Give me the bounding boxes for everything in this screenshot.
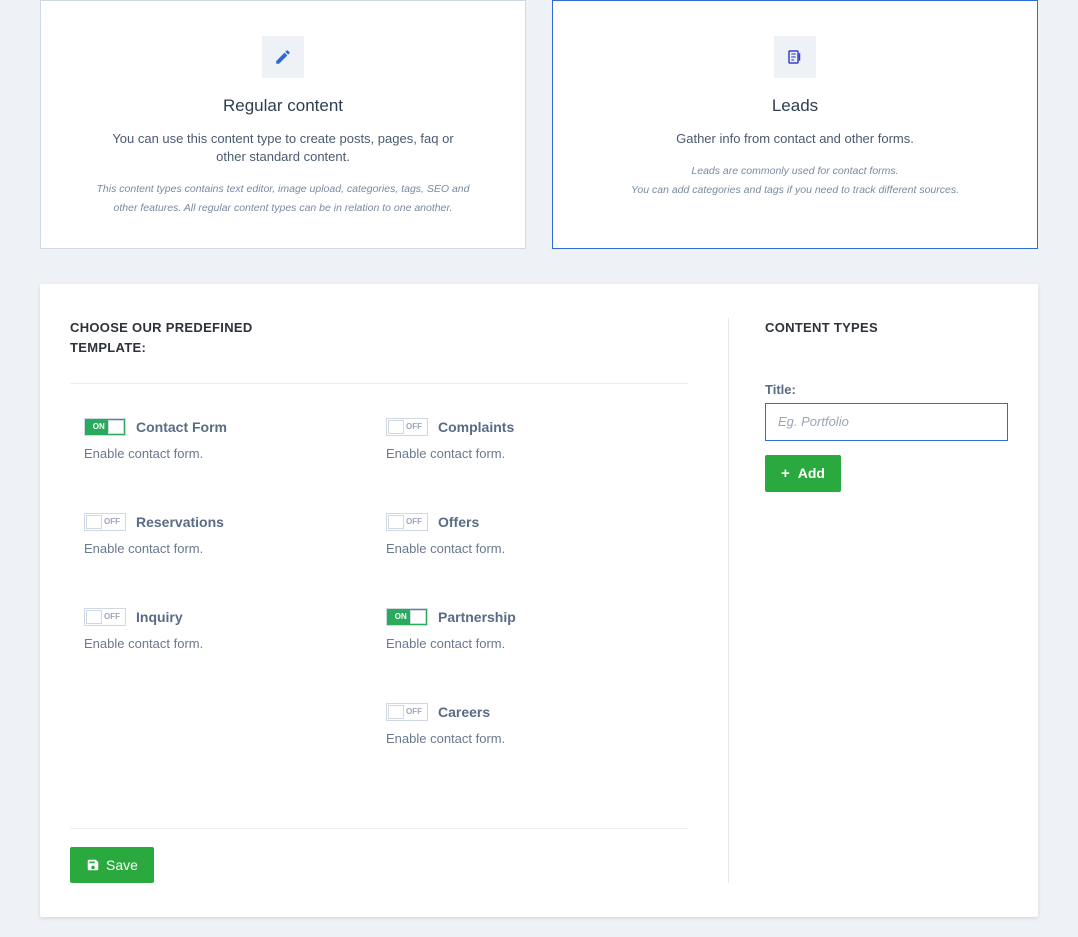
toggle-reservations[interactable]: ONOFF (84, 513, 126, 531)
add-label: Add (798, 465, 825, 481)
toggle-partnership[interactable]: ONOFF (386, 608, 428, 626)
toggle-desc: Enable contact form. (386, 541, 688, 556)
card-note: This content types contains text editor,… (93, 180, 473, 218)
toggle-title: Contact Form (136, 419, 227, 435)
toggle-complaints[interactable]: ONOFF (386, 418, 428, 436)
toggle-careers[interactable]: ONOFF (386, 703, 428, 721)
toggle-title: Inquiry (136, 609, 183, 625)
toggle-title: Partnership (438, 609, 516, 625)
card-subtitle: You can use this content type to create … (103, 130, 463, 166)
toggle-desc: Enable contact form. (386, 636, 688, 651)
toggle-desc: Enable contact form. (84, 446, 386, 461)
pencil-icon (262, 36, 304, 78)
save-icon (86, 858, 100, 872)
card-subtitle: Gather info from contact and other forms… (615, 130, 975, 148)
card-title: Regular content (71, 96, 495, 116)
divider (70, 383, 688, 384)
toggle-offers[interactable]: ONOFF (386, 513, 428, 531)
divider (70, 828, 688, 829)
save-label: Save (106, 857, 138, 873)
toggle-desc: Enable contact form. (84, 636, 386, 651)
plus-icon: + (781, 465, 790, 482)
card-regular-content[interactable]: Regular content You can use this content… (40, 0, 526, 249)
card-title: Leads (583, 96, 1007, 116)
content-types-heading: CONTENT TYPES (765, 318, 1008, 338)
toggle-desc: Enable contact form. (84, 541, 386, 556)
toggle-title: Reservations (136, 514, 224, 530)
toggle-inquiry[interactable]: ONOFF (84, 608, 126, 626)
card-note: Leads are commonly used for contact form… (605, 162, 985, 200)
toggle-title: Offers (438, 514, 479, 530)
main-panel: CHOOSE OUR PREDEFINED TEMPLATE: ONOFF Con… (40, 284, 1038, 917)
toggle-contact-form[interactable]: ONOFF (84, 418, 126, 436)
save-button[interactable]: Save (70, 847, 154, 883)
title-input[interactable] (765, 403, 1008, 441)
leads-icon (774, 36, 816, 78)
title-label: Title: (765, 382, 1008, 397)
add-button[interactable]: + Add (765, 455, 841, 492)
toggle-desc: Enable contact form. (386, 446, 688, 461)
toggle-title: Complaints (438, 419, 514, 435)
templates-heading: CHOOSE OUR PREDEFINED TEMPLATE: (70, 318, 255, 357)
toggle-title: Careers (438, 704, 490, 720)
card-leads[interactable]: Leads Gather info from contact and other… (552, 0, 1038, 249)
toggle-desc: Enable contact form. (386, 731, 688, 746)
